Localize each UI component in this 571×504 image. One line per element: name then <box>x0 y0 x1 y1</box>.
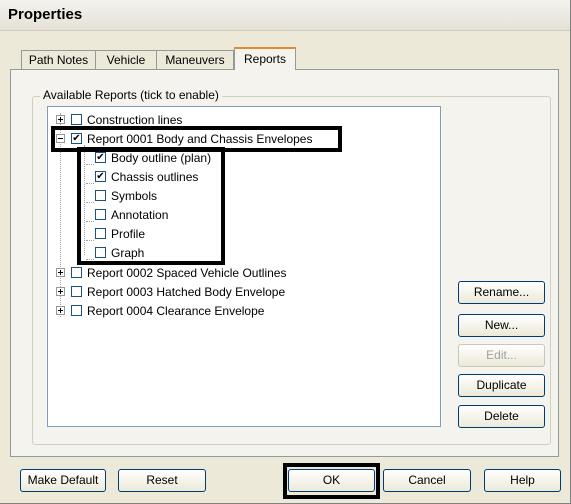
tree-item-annotation[interactable]: Annotation <box>48 206 438 224</box>
ok-button[interactable]: OK <box>288 469 375 492</box>
window-title: Properties <box>8 6 83 23</box>
expand-plus-icon[interactable] <box>56 115 65 124</box>
delete-button[interactable]: Delete <box>458 405 545 428</box>
tree-item-report-0004[interactable]: Report 0004 Clearance Envelope <box>48 302 438 320</box>
tree-item-label: Construction lines <box>87 113 183 127</box>
tree-item-chassis-outlines[interactable]: ✔ Chassis outlines <box>48 168 438 186</box>
title-bar: Properties <box>0 0 570 31</box>
reset-button[interactable]: Reset <box>118 469 206 492</box>
reports-tree[interactable]: Construction lines ✔ Report 0001 Body an… <box>47 106 441 427</box>
tree-item-profile[interactable]: Profile <box>48 225 438 243</box>
checkbox[interactable] <box>95 190 106 201</box>
tree-item-label: Report 0004 Clearance Envelope <box>87 304 265 318</box>
tree-item-report-0003[interactable]: Report 0003 Hatched Body Envelope <box>48 283 438 301</box>
expand-plus-icon[interactable] <box>56 287 65 296</box>
tab-vehicle[interactable]: Vehicle <box>95 50 157 70</box>
properties-dialog: Properties Path Notes Vehicle Maneuvers … <box>0 0 571 504</box>
checkbox[interactable] <box>95 209 106 220</box>
tab-reports[interactable]: Reports <box>234 47 296 70</box>
checkbox[interactable] <box>71 305 82 316</box>
tree-item-label: Chassis outlines <box>111 170 199 184</box>
tree-item-label: Profile <box>111 227 146 241</box>
checkbox-checked[interactable]: ✔ <box>95 171 106 182</box>
make-default-button[interactable]: Make Default <box>20 469 106 492</box>
new-button[interactable]: New... <box>458 314 545 337</box>
checkbox-checked[interactable]: ✔ <box>95 152 106 163</box>
tree-item-report-0001[interactable]: ✔ Report 0001 Body and Chassis Envelopes <box>48 130 438 148</box>
tree-item-symbols[interactable]: Symbols <box>48 187 438 205</box>
tab-path-notes[interactable]: Path Notes <box>21 50 96 70</box>
cancel-button[interactable]: Cancel <box>383 469 471 492</box>
rename-button[interactable]: Rename... <box>458 281 545 304</box>
group-label: Available Reports (tick to enable) <box>40 88 222 102</box>
checkbox[interactable] <box>71 114 82 125</box>
tree-item-graph[interactable]: Graph <box>48 244 438 262</box>
tree-item-label: Report 0001 Body and Chassis Envelopes <box>87 132 313 146</box>
tree-item-construction-lines[interactable]: Construction lines <box>48 111 438 129</box>
collapse-minus-icon[interactable] <box>56 134 65 143</box>
checkbox[interactable] <box>71 267 82 278</box>
checkbox-checked[interactable]: ✔ <box>71 133 82 144</box>
tree-item-label: Report 0002 Spaced Vehicle Outlines <box>87 266 287 280</box>
tree-item-report-0002[interactable]: Report 0002 Spaced Vehicle Outlines <box>48 264 438 282</box>
checkbox[interactable] <box>71 286 82 297</box>
tree-item-label: Annotation <box>111 208 169 222</box>
edit-button[interactable]: Edit... <box>458 344 545 367</box>
checkbox[interactable] <box>95 247 106 258</box>
expand-plus-icon[interactable] <box>56 268 65 277</box>
tree-item-label: Body outline (plan) <box>111 151 212 165</box>
help-button[interactable]: Help <box>484 469 561 492</box>
tree-item-body-outline[interactable]: ✔ Body outline (plan) <box>48 149 438 167</box>
expand-plus-icon[interactable] <box>56 306 65 315</box>
tree-item-label: Report 0003 Hatched Body Envelope <box>87 285 286 299</box>
duplicate-button[interactable]: Duplicate <box>458 374 545 397</box>
checkbox[interactable] <box>95 228 106 239</box>
tree-item-label: Symbols <box>111 189 158 203</box>
tab-maneuvers[interactable]: Maneuvers <box>156 50 234 70</box>
tree-item-label: Graph <box>111 246 145 260</box>
